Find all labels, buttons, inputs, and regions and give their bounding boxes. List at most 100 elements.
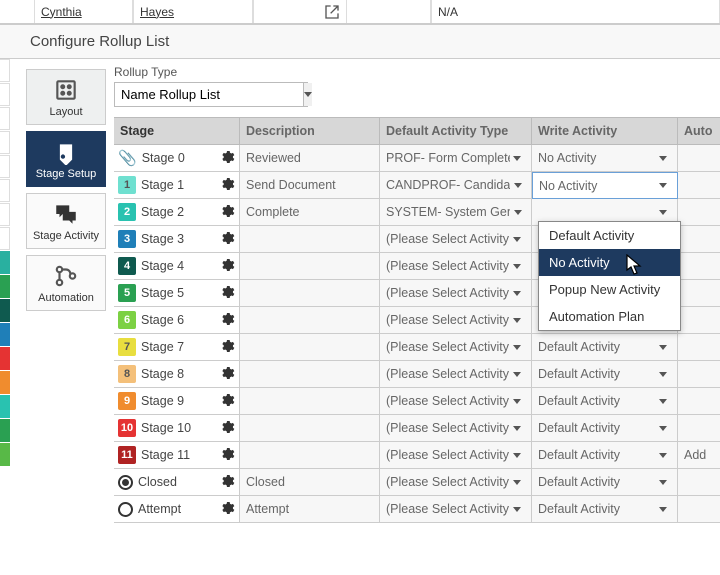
rollup-type-input[interactable] xyxy=(115,83,303,106)
auto-cell[interactable] xyxy=(678,145,720,172)
stage-settings-icon[interactable] xyxy=(219,473,235,492)
auto-cell[interactable] xyxy=(678,280,720,307)
activity-dropdown-button[interactable] xyxy=(510,172,525,198)
write-activity-cell[interactable]: Default Activity xyxy=(532,334,678,361)
stage-settings-icon[interactable] xyxy=(219,230,235,249)
description-cell[interactable] xyxy=(240,226,380,253)
activity-dropdown-button[interactable] xyxy=(509,307,525,333)
last-name-cell[interactable]: Hayes xyxy=(133,0,253,23)
auto-cell[interactable] xyxy=(678,199,720,226)
status-radio[interactable] xyxy=(118,475,133,490)
auto-cell[interactable] xyxy=(678,307,720,334)
auto-cell[interactable] xyxy=(678,469,720,496)
activity-type-cell[interactable]: (Please Select Activity xyxy=(380,415,532,442)
header-description[interactable]: Description xyxy=(240,118,380,145)
write-activity-cell[interactable]: Default Activity xyxy=(532,415,678,442)
write-activity-dropdown-button[interactable] xyxy=(655,415,671,441)
open-record-icon[interactable] xyxy=(253,0,347,23)
stage-settings-icon[interactable] xyxy=(219,257,235,276)
header-write-activity[interactable]: Write Activity xyxy=(532,118,678,145)
rollup-type-dropdown-button[interactable] xyxy=(303,83,312,106)
activity-type-cell[interactable]: (Please Select Activity xyxy=(380,442,532,469)
description-cell[interactable] xyxy=(240,361,380,388)
write-activity-dropdown-button[interactable] xyxy=(655,361,671,387)
stage-cell[interactable]: 9Stage 9 xyxy=(114,388,240,415)
status-radio[interactable] xyxy=(118,502,133,517)
stage-cell[interactable]: 1Stage 1 xyxy=(114,172,240,199)
stage-cell[interactable]: 11Stage 11 xyxy=(114,442,240,469)
stage-cell[interactable]: 6Stage 6 xyxy=(114,307,240,334)
stage-cell[interactable]: 3Stage 3 xyxy=(114,226,240,253)
stage-cell[interactable]: Attempt xyxy=(114,496,240,523)
activity-type-cell[interactable]: (Please Select Activity xyxy=(380,496,532,523)
activity-type-cell[interactable]: (Please Select Activity xyxy=(380,280,532,307)
dropdown-option[interactable]: No Activity xyxy=(539,249,680,276)
auto-cell[interactable] xyxy=(678,253,720,280)
sidebar-item-layout[interactable]: Layout xyxy=(26,69,106,125)
activity-dropdown-button[interactable] xyxy=(510,145,525,171)
description-cell[interactable] xyxy=(240,388,380,415)
activity-type-cell[interactable]: CANDPROF- Candidate xyxy=(380,172,532,199)
stage-settings-icon[interactable] xyxy=(219,392,235,411)
sidebar-item-stage-setup[interactable]: Stage Setup xyxy=(26,131,106,187)
description-cell[interactable]: Send Document xyxy=(240,172,380,199)
activity-dropdown-button[interactable] xyxy=(509,496,525,522)
activity-dropdown-button[interactable] xyxy=(509,442,525,468)
stage-cell[interactable]: 2Stage 2 xyxy=(114,199,240,226)
auto-cell[interactable] xyxy=(678,172,720,199)
stage-settings-icon[interactable] xyxy=(219,149,235,168)
header-stage[interactable]: Stage xyxy=(114,118,240,145)
stage-settings-icon[interactable] xyxy=(219,203,235,222)
activity-type-cell[interactable]: (Please Select Activity xyxy=(380,469,532,496)
activity-type-cell[interactable]: (Please Select Activity xyxy=(380,226,532,253)
activity-dropdown-button[interactable] xyxy=(509,469,525,495)
stage-settings-icon[interactable] xyxy=(219,500,235,519)
first-name-cell[interactable]: Cynthia xyxy=(34,0,133,23)
description-cell[interactable]: Attempt xyxy=(240,496,380,523)
auto-cell[interactable] xyxy=(678,334,720,361)
sidebar-item-automation[interactable]: Automation xyxy=(26,255,106,311)
stage-cell[interactable]: 5Stage 5 xyxy=(114,280,240,307)
write-activity-cell[interactable]: Default Activity xyxy=(532,496,678,523)
description-cell[interactable] xyxy=(240,280,380,307)
stage-settings-icon[interactable] xyxy=(219,365,235,384)
header-activity-type[interactable]: Default Activity Type xyxy=(380,118,532,145)
activity-type-cell[interactable]: SYSTEM- System Gene xyxy=(380,199,532,226)
description-cell[interactable] xyxy=(240,253,380,280)
description-cell[interactable] xyxy=(240,415,380,442)
activity-type-cell[interactable]: (Please Select Activity xyxy=(380,253,532,280)
auto-cell[interactable] xyxy=(678,361,720,388)
write-activity-dropdown-button[interactable] xyxy=(655,442,671,468)
write-activity-cell[interactable]: Default Activity xyxy=(532,442,678,469)
stage-cell[interactable]: 8Stage 8 xyxy=(114,361,240,388)
description-cell[interactable]: Complete xyxy=(240,199,380,226)
write-activity-dropdown[interactable]: Default ActivityNo ActivityPopup New Act… xyxy=(538,221,681,331)
stage-cell[interactable]: 📎Stage 0 xyxy=(114,145,240,172)
write-activity-cell[interactable]: Default Activity xyxy=(532,469,678,496)
auto-cell[interactable] xyxy=(678,226,720,253)
dropdown-option[interactable]: Popup New Activity xyxy=(539,276,680,303)
header-auto[interactable]: Auto xyxy=(678,118,720,145)
dropdown-option[interactable]: Automation Plan xyxy=(539,303,680,330)
stage-settings-icon[interactable] xyxy=(219,311,235,330)
stage-settings-icon[interactable] xyxy=(219,338,235,357)
description-cell[interactable] xyxy=(240,442,380,469)
write-activity-dropdown-button[interactable] xyxy=(655,145,671,171)
dropdown-option[interactable]: Default Activity xyxy=(539,222,680,249)
sidebar-item-stage-activity[interactable]: Stage Activity xyxy=(26,193,106,249)
stage-settings-icon[interactable] xyxy=(219,419,235,438)
description-cell[interactable] xyxy=(240,307,380,334)
stage-settings-icon[interactable] xyxy=(219,176,235,195)
activity-type-cell[interactable]: (Please Select Activity xyxy=(380,307,532,334)
auto-cell[interactable] xyxy=(678,496,720,523)
write-activity-dropdown-button[interactable] xyxy=(655,496,671,522)
stage-cell[interactable]: 7Stage 7 xyxy=(114,334,240,361)
stage-cell[interactable]: 4Stage 4 xyxy=(114,253,240,280)
activity-dropdown-button[interactable] xyxy=(509,361,525,387)
activity-dropdown-button[interactable] xyxy=(509,226,525,252)
description-cell[interactable]: Reviewed xyxy=(240,145,380,172)
activity-dropdown-button[interactable] xyxy=(509,253,525,279)
write-activity-cell[interactable]: Default Activity xyxy=(532,388,678,415)
write-activity-dropdown-button[interactable] xyxy=(655,469,671,495)
auto-cell[interactable] xyxy=(678,415,720,442)
